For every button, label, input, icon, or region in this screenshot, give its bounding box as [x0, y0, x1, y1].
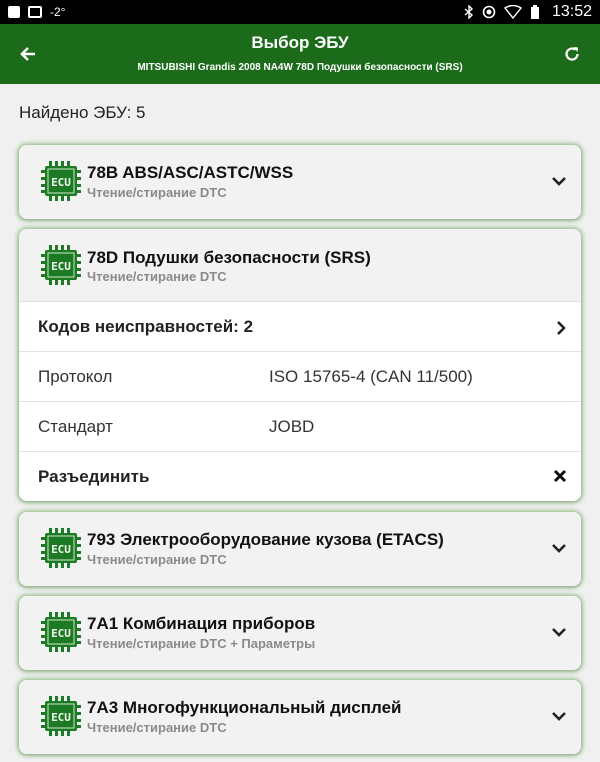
clock: 13:52 — [551, 3, 592, 20]
wifi-icon — [503, 5, 522, 19]
arrow-left-icon — [20, 47, 35, 61]
chevron-down-icon — [552, 544, 566, 553]
ecu-card-header[interactable]: ECU 7A3 Многофункциональный дисплей Чтен… — [19, 680, 581, 754]
chevron-down-icon — [552, 628, 566, 637]
ecu-chip-icon: ECU — [41, 696, 81, 736]
ecu-subtitle: Чтение/стирание DTC + Параметры — [87, 636, 316, 651]
svg-text:ECU: ECU — [51, 711, 71, 724]
ecu-card-header[interactable]: ECU 78D Подушки безопасности (SRS) Чтени… — [19, 229, 581, 301]
ecu-title: 78B ABS/ASC/ASTC/WSS — [87, 163, 294, 182]
dnd-icon — [482, 5, 496, 19]
disconnect-row[interactable]: Разъединить — [19, 451, 581, 501]
standard-value: JOBD — [269, 416, 315, 436]
ecu-title: 7A1 Комбинация приборов — [87, 614, 316, 633]
disconnect-label: Разъединить — [38, 466, 150, 486]
dtc-count: Кодов неисправностей: 2 — [38, 316, 254, 336]
standard-label: Стандарт — [38, 416, 113, 436]
standard-row: Стандарт JOBD — [19, 401, 581, 451]
status-bar: -2° 13:52 — [0, 0, 600, 24]
notification-icon — [8, 6, 20, 18]
image-icon — [28, 6, 42, 18]
chevron-right-icon — [557, 321, 566, 335]
bluetooth-icon — [464, 5, 473, 19]
back-button[interactable] — [14, 40, 42, 68]
close-icon — [553, 469, 567, 483]
protocol-row: Протокол ISO 15765-4 (CAN 11/500) — [19, 351, 581, 401]
ecu-title: 78D Подушки безопасности (SRS) — [87, 248, 371, 267]
ecu-card-srs: ECU 78D Подушки безопасности (SRS) Чтени… — [19, 229, 581, 501]
protocol-label: Протокол — [38, 366, 113, 386]
ecu-subtitle: Чтение/стирание DTC — [87, 269, 227, 284]
ecu-title: 793 Электрооборудование кузова (ETACS) — [87, 530, 444, 549]
ecu-chip-icon: ECU — [41, 612, 81, 652]
svg-text:ECU: ECU — [51, 260, 71, 273]
page-title: Выбор ЭБУ — [251, 33, 349, 52]
ecu-subtitle: Чтение/стирание DTC — [87, 185, 227, 200]
ecu-chip-icon: ECU — [41, 245, 81, 285]
svg-text:ECU: ECU — [51, 176, 71, 189]
ecu-card-display: ECU 7A3 Многофункциональный дисплей Чтен… — [19, 680, 581, 754]
temperature: -2° — [50, 5, 66, 19]
ecu-subtitle: Чтение/стирание DTC — [87, 552, 227, 567]
ecu-chip-icon: ECU — [41, 161, 81, 201]
chevron-down-icon — [552, 712, 566, 721]
dtc-codes-row[interactable]: Кодов неисправностей: 2 — [19, 301, 581, 351]
ecu-card-header[interactable]: ECU 7A1 Комбинация приборов Чтение/стира… — [19, 596, 581, 670]
ecu-title: 7A3 Многофункциональный дисплей — [87, 698, 402, 717]
chevron-down-icon — [552, 177, 566, 186]
svg-text:ECU: ECU — [51, 543, 71, 556]
svg-text:ECU: ECU — [51, 627, 71, 640]
ecu-card-cluster: ECU 7A1 Комбинация приборов Чтение/стира… — [19, 596, 581, 670]
refresh-button[interactable] — [558, 40, 586, 68]
app-bar: Выбор ЭБУ MITSUBISHI Grandis 2008 NA4W 7… — [0, 24, 600, 84]
vehicle-subtitle: MITSUBISHI Grandis 2008 NA4W 78D Подушки… — [137, 62, 463, 73]
ecu-card-etacs: ECU 793 Электрооборудование кузова (ETAC… — [19, 512, 581, 586]
refresh-icon — [565, 47, 579, 61]
battery-icon — [530, 4, 539, 19]
found-ecu-count: Найдено ЭБУ: 5 — [19, 103, 146, 122]
ecu-chip-icon: ECU — [41, 528, 81, 568]
ecu-card-header[interactable]: ECU 78B ABS/ASC/ASTC/WSS Чтение/стирание… — [19, 145, 581, 219]
ecu-card-header[interactable]: ECU 793 Электрооборудование кузова (ETAC… — [19, 512, 581, 586]
ecu-subtitle: Чтение/стирание DTC — [87, 720, 227, 735]
ecu-card-abs: ECU 78B ABS/ASC/ASTC/WSS Чтение/стирание… — [19, 145, 581, 219]
protocol-value: ISO 15765-4 (CAN 11/500) — [269, 366, 473, 386]
